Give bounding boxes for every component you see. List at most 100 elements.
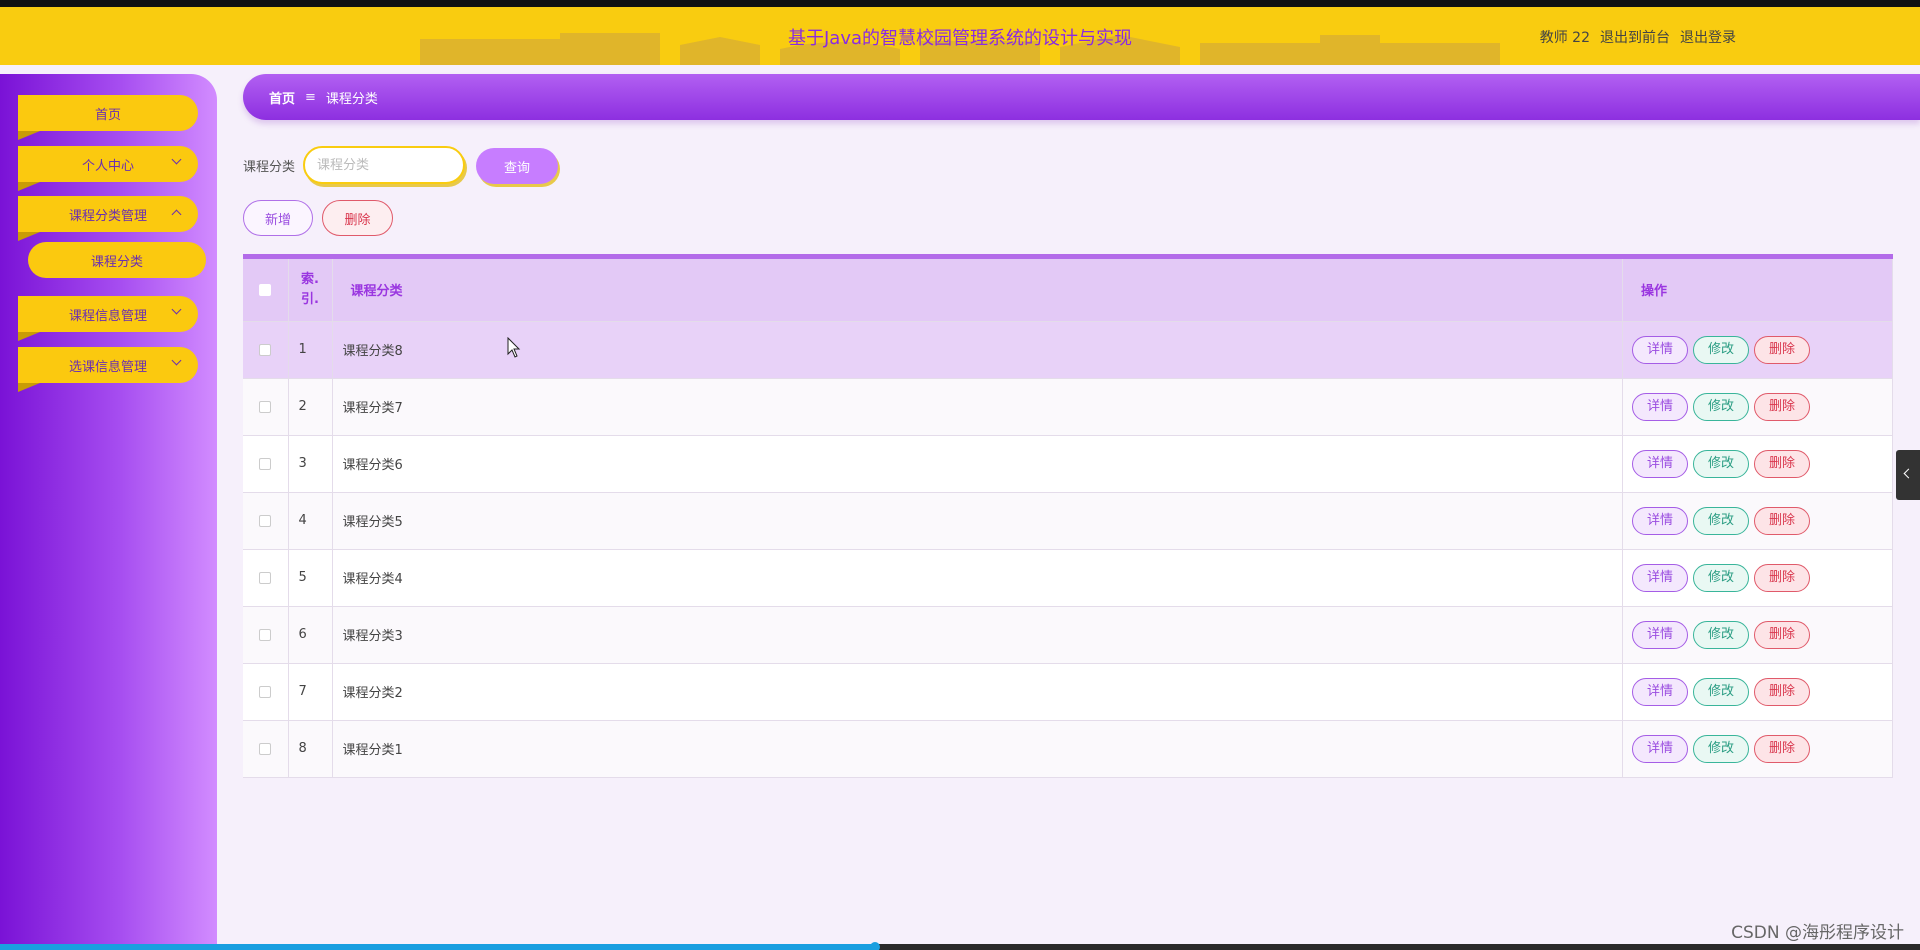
detail-button[interactable]: 详情 [1632,620,1688,649]
detail-button[interactable]: 详情 [1632,335,1688,364]
mouse-cursor-icon [507,337,521,358]
batch-delete-button[interactable]: 删除 [322,200,393,236]
row-index: 3 [288,435,333,493]
row-index: 8 [288,720,333,778]
edit-button[interactable]: 修改 [1693,563,1749,592]
row-select-cell [243,378,289,436]
row-operations: 详情 修改 删除 [1622,663,1893,721]
table-row[interactable]: 8 课程分类1 详情 修改 删除 [243,720,1893,778]
edit-button[interactable]: 修改 [1693,449,1749,478]
row-category-name: 课程分类2 [332,663,1623,721]
delete-button[interactable]: 删除 [1754,563,1810,592]
edit-button[interactable]: 修改 [1693,620,1749,649]
table-row[interactable]: 5 课程分类4 详情 修改 删除 [243,549,1893,607]
window-top-strip [0,0,1920,7]
row-checkbox[interactable] [259,343,272,356]
watermark: CSDN @海彤程序设计 [1731,923,1904,943]
edit-button[interactable]: 修改 [1693,335,1749,364]
breadcrumb: 首页 ≡ 课程分类 [243,74,1920,120]
chevron-down-icon [171,154,182,165]
row-checkbox[interactable] [259,742,272,755]
detail-button[interactable]: 详情 [1632,734,1688,763]
current-user-label: 教师 22 [1539,30,1590,46]
sidebar-item-label: 个人中心 [81,158,134,174]
table-row[interactable]: 4 课程分类5 详情 修改 删除 [243,492,1893,550]
select-all-checkbox[interactable] [259,283,272,296]
detail-button[interactable]: 详情 [1632,449,1688,478]
row-select-cell [243,549,289,607]
video-progress-bar[interactable] [0,942,1920,950]
logout-link[interactable]: 退出登录 [1680,27,1736,47]
video-progress-fill [0,944,875,950]
detail-button[interactable]: 详情 [1632,677,1688,706]
sidebar-item-home[interactable]: 首页 [18,95,198,140]
edit-button[interactable]: 修改 [1693,677,1749,706]
breadcrumb-home[interactable]: 首页 [269,88,295,107]
row-operations: 详情 修改 删除 [1622,606,1893,664]
row-index: 1 [288,321,333,379]
row-operations: 详情 修改 删除 [1622,492,1893,550]
delete-button[interactable]: 删除 [1754,620,1810,649]
breadcrumb-separator-icon: ≡ [305,89,316,105]
sidebar-item-label: 选课信息管理 [68,359,147,375]
header-user-actions: 教师 22 退出到前台 退出登录 [1540,27,1736,47]
table-row[interactable]: 7 课程分类2 详情 修改 删除 [243,663,1893,721]
row-category-name: 课程分类6 [332,435,1623,493]
row-operations: 详情 修改 删除 [1622,378,1893,436]
row-checkbox[interactable] [259,400,272,413]
table-row[interactable]: 1 课程分类8 详情 修改 删除 [243,321,1893,379]
sidebar-item-personal-center[interactable]: 个人中心 [18,146,198,191]
row-index: 6 [288,606,333,664]
row-select-cell [243,663,289,721]
chevron-down-icon [171,304,182,315]
breadcrumb-current: 课程分类 [325,91,378,107]
search-button[interactable]: 查询 [476,148,558,184]
index-header-line1: 索 [301,271,315,287]
sidebar-item-label: 课程分类 [90,254,143,270]
sidebar: 首页 个人中心 课程分类管理 课程分类 课程信息管理 选课信息管理 [0,74,217,944]
delete-button[interactable]: 删除 [1754,392,1810,421]
row-checkbox[interactable] [259,514,272,527]
video-progress-knob[interactable] [870,942,880,950]
table-row[interactable]: 3 课程分类6 详情 修改 删除 [243,435,1893,493]
row-index: 2 [288,378,333,436]
sidebar-item-course-info-mgmt[interactable]: 课程信息管理 [18,296,198,341]
delete-button[interactable]: 删除 [1754,677,1810,706]
detail-button[interactable]: 详情 [1632,392,1688,421]
search-input[interactable] [303,146,465,184]
sidebar-subitem-course-category[interactable]: 课程分类 [28,242,206,278]
delete-button[interactable]: 删除 [1754,335,1810,364]
operation-column-header: 操作 [1622,259,1893,322]
row-select-cell [243,720,289,778]
sidebar-item-course-category-mgmt[interactable]: 课程分类管理 [18,196,198,241]
add-button[interactable]: 新增 [243,200,313,236]
detail-button[interactable]: 详情 [1632,563,1688,592]
delete-button[interactable]: 删除 [1754,449,1810,478]
table-row[interactable]: 6 课程分类3 详情 修改 删除 [243,606,1893,664]
edit-button[interactable]: 修改 [1693,506,1749,535]
row-index: 7 [288,663,333,721]
row-category-name: 课程分类8 [332,321,1623,379]
row-select-cell [243,321,289,379]
delete-button[interactable]: 删除 [1754,506,1810,535]
row-index: 4 [288,492,333,550]
select-all-cell [243,259,289,322]
delete-button[interactable]: 删除 [1754,734,1810,763]
edit-button[interactable]: 修改 [1693,734,1749,763]
table-row[interactable]: 2 课程分类7 详情 修改 删除 [243,378,1893,436]
edit-button[interactable]: 修改 [1693,392,1749,421]
row-category-name: 课程分类3 [332,606,1623,664]
data-table: 索. 引. 课程分类 操作 1 课程分类8 详情 修改 删除 2 课程分类7 详情 修改 删除 3 课… [243,254,1893,778]
collapse-panel-tab[interactable] [1896,450,1920,500]
row-checkbox[interactable] [259,457,272,470]
exit-to-front-link[interactable]: 退出到前台 [1600,27,1670,47]
row-category-name: 课程分类4 [332,549,1623,607]
detail-button[interactable]: 详情 [1632,506,1688,535]
row-checkbox[interactable] [259,685,272,698]
chevron-down-icon [171,355,182,366]
row-checkbox[interactable] [259,571,272,584]
sidebar-item-enrollment-mgmt[interactable]: 选课信息管理 [18,347,198,392]
row-checkbox[interactable] [259,628,272,641]
top-header: 基于Java的智慧校园管理系统的设计与实现 教师 22 退出到前台 退出登录 [0,7,1920,65]
sidebar-item-label: 课程分类管理 [68,208,147,224]
